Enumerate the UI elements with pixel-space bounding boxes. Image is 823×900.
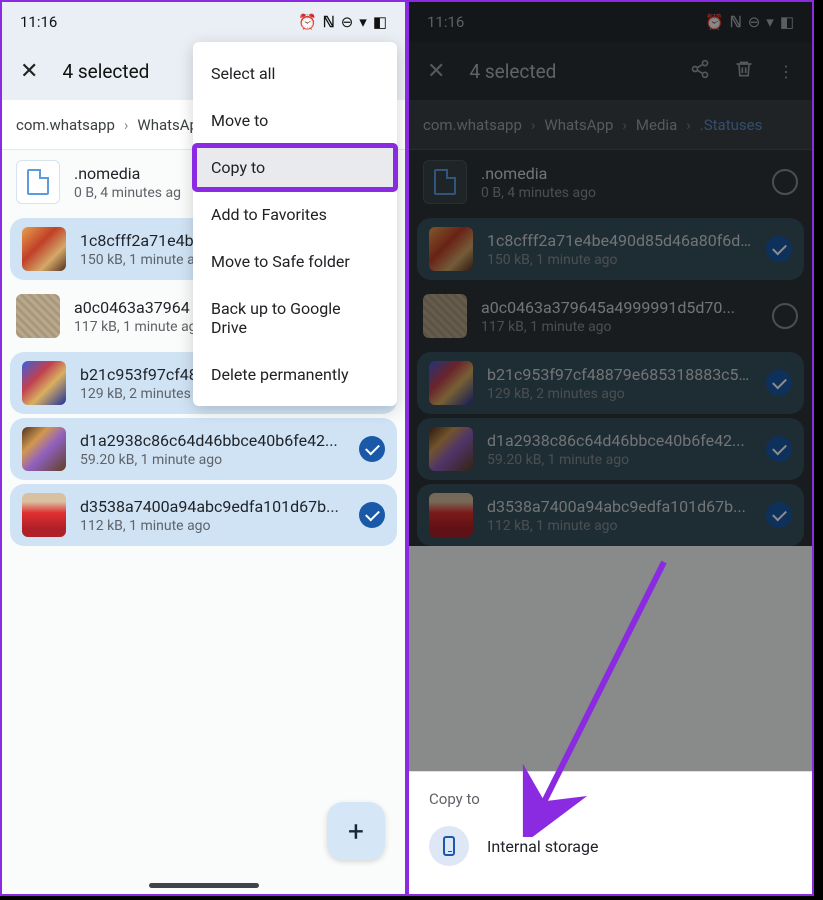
file-meta: 112 kB, 1 minute ago — [80, 518, 345, 534]
bc-seg[interactable]: WhatsApp — [544, 116, 613, 134]
battery-icon: ◧ — [373, 13, 387, 31]
file-thumbnail — [429, 493, 473, 537]
bc-seg[interactable]: Media — [636, 116, 677, 134]
file-meta: 112 kB, 1 minute ago — [487, 518, 752, 534]
file-thumbnail — [22, 427, 66, 471]
menu-safe-folder[interactable]: Move to Safe folder — [193, 238, 397, 285]
alarm-icon: ⏰ — [298, 13, 317, 31]
file-row[interactable]: d3538a7400a94abc9edfa101d67b... 112 kB, 1… — [10, 484, 397, 546]
chevron-right-icon: › — [531, 116, 536, 134]
selection-toolbar: ✕ 4 selected ⋮ — [409, 42, 812, 100]
menu-copy-to[interactable]: Copy to — [193, 144, 397, 191]
selection-count: 4 selected — [62, 60, 149, 83]
file-name: d3538a7400a94abc9edfa101d67b... — [487, 497, 752, 516]
fab-add-button[interactable]: + — [327, 802, 385, 860]
checkbox-unchecked-icon[interactable] — [772, 303, 798, 329]
dnd-icon: ⊖ — [341, 13, 354, 31]
wifi-icon: ▾ — [359, 13, 367, 31]
file-name: b21c953f97cf48879e685318883c5c... — [487, 365, 752, 384]
plus-icon: + — [348, 815, 364, 848]
sheet-option-label: Internal storage — [487, 837, 598, 856]
file-row[interactable]: d1a2938c86c64d46bbce40b6fe42... 59.20 kB,… — [10, 418, 397, 480]
phone-left: 11:16 ⏰ ℕ ⊖ ▾ ◧ ✕ 4 selected com.whatsap… — [0, 0, 407, 896]
file-name: 1c8cfff2a71e4be490d85d46a80f6d... — [487, 231, 752, 250]
file-name: d3538a7400a94abc9edfa101d67b... — [80, 497, 345, 516]
file-meta: 0 B, 4 minutes ago — [481, 185, 758, 201]
checkbox-checked-icon[interactable] — [766, 436, 792, 462]
bc-seg[interactable]: WhatsAp — [137, 116, 198, 134]
clock: 11:16 — [427, 13, 464, 31]
share-icon[interactable] — [690, 59, 710, 83]
checkbox-checked-icon[interactable] — [359, 502, 385, 528]
file-icon — [16, 160, 60, 204]
close-icon[interactable]: ✕ — [427, 59, 445, 84]
file-name: d1a2938c86c64d46bbce40b6fe42... — [487, 431, 752, 450]
file-row[interactable]: d3538a7400a94abc9edfa101d67b... 112 kB, 1… — [417, 484, 804, 546]
menu-backup-drive[interactable]: Back up to Google Drive — [193, 285, 397, 351]
close-icon[interactable]: ✕ — [20, 59, 38, 84]
dnd-icon: ⊖ — [748, 13, 761, 31]
file-icon — [423, 160, 467, 204]
menu-add-favorites[interactable]: Add to Favorites — [193, 191, 397, 238]
file-row[interactable]: d1a2938c86c64d46bbce40b6fe42... 59.20 kB,… — [417, 418, 804, 480]
selection-count: 4 selected — [469, 60, 556, 83]
file-thumbnail — [429, 361, 473, 405]
chevron-right-icon: › — [124, 116, 129, 134]
menu-select-all[interactable]: Select all — [193, 50, 397, 97]
file-meta: 129 kB, 2 minutes ago — [487, 386, 752, 402]
file-meta: 150 kB, 1 minute ago — [487, 252, 752, 268]
file-row[interactable]: 1c8cfff2a71e4be490d85d46a80f6d... 150 kB,… — [417, 218, 804, 280]
status-icons: ⏰ ℕ ⊖ ▾ ◧ — [705, 13, 794, 31]
file-list: .nomedia 0 B, 4 minutes ago 1c8cfff2a71e4… — [409, 150, 812, 546]
file-thumbnail — [429, 427, 473, 471]
copy-to-sheet: Copy to Internal storage — [409, 771, 812, 894]
file-name: .nomedia — [481, 164, 758, 183]
checkbox-checked-icon[interactable] — [766, 502, 792, 528]
file-row[interactable]: b21c953f97cf48879e685318883c5c... 129 kB,… — [417, 352, 804, 414]
file-thumbnail — [22, 493, 66, 537]
file-name: a0c0463a379645a4999991d5d70... — [481, 298, 758, 317]
file-name: d1a2938c86c64d46bbce40b6fe42... — [80, 431, 345, 450]
file-meta: 117 kB, 1 minute ago — [481, 319, 758, 335]
clock: 11:16 — [20, 13, 57, 31]
chevron-right-icon: › — [686, 116, 691, 134]
checkbox-checked-icon[interactable] — [766, 370, 792, 396]
file-meta: 59.20 kB, 1 minute ago — [80, 452, 345, 468]
bc-seg-current: .Statuses — [700, 116, 763, 134]
checkbox-unchecked-icon[interactable] — [772, 169, 798, 195]
trash-icon[interactable] — [734, 58, 754, 84]
file-thumbnail — [22, 361, 66, 405]
file-meta: 59.20 kB, 1 minute ago — [487, 452, 752, 468]
status-bar: 11:16 ⏰ ℕ ⊖ ▾ ◧ — [2, 2, 405, 42]
file-thumbnail — [429, 227, 473, 271]
file-thumbnail — [423, 294, 467, 338]
overflow-menu: Select all Move to Copy to Add to Favori… — [193, 42, 397, 406]
more-icon[interactable]: ⋮ — [778, 62, 794, 81]
status-icons: ⏰ ℕ ⊖ ▾ ◧ — [298, 13, 387, 31]
nav-handle[interactable] — [149, 883, 259, 888]
bc-seg[interactable]: com.whatsapp — [16, 116, 115, 134]
menu-delete-perm[interactable]: Delete permanently — [193, 351, 397, 398]
internal-storage-option[interactable]: Internal storage — [429, 826, 792, 866]
wifi-icon: ▾ — [766, 13, 774, 31]
checkbox-checked-icon[interactable] — [766, 236, 792, 262]
file-row[interactable]: .nomedia 0 B, 4 minutes ago — [409, 150, 812, 214]
file-row[interactable]: a0c0463a379645a4999991d5d70... 117 kB, 1 … — [409, 284, 812, 348]
nfc-icon: ℕ — [323, 13, 335, 31]
file-thumbnail — [22, 227, 66, 271]
menu-move-to[interactable]: Move to — [193, 97, 397, 144]
sheet-title: Copy to — [429, 790, 792, 808]
checkbox-checked-icon[interactable] — [359, 436, 385, 462]
phone-storage-icon — [429, 826, 469, 866]
status-bar: 11:16 ⏰ ℕ ⊖ ▾ ◧ — [409, 2, 812, 42]
battery-icon: ◧ — [780, 13, 794, 31]
nfc-icon: ℕ — [730, 13, 742, 31]
file-thumbnail — [16, 294, 60, 338]
breadcrumb[interactable]: com.whatsapp › WhatsApp › Media › .Statu… — [409, 100, 812, 150]
phone-right: 11:16 ⏰ ℕ ⊖ ▾ ◧ ✕ 4 selected ⋮ com.whats… — [407, 0, 814, 896]
chevron-right-icon: › — [622, 116, 627, 134]
bc-seg[interactable]: com.whatsapp — [423, 116, 522, 134]
alarm-icon: ⏰ — [705, 13, 724, 31]
